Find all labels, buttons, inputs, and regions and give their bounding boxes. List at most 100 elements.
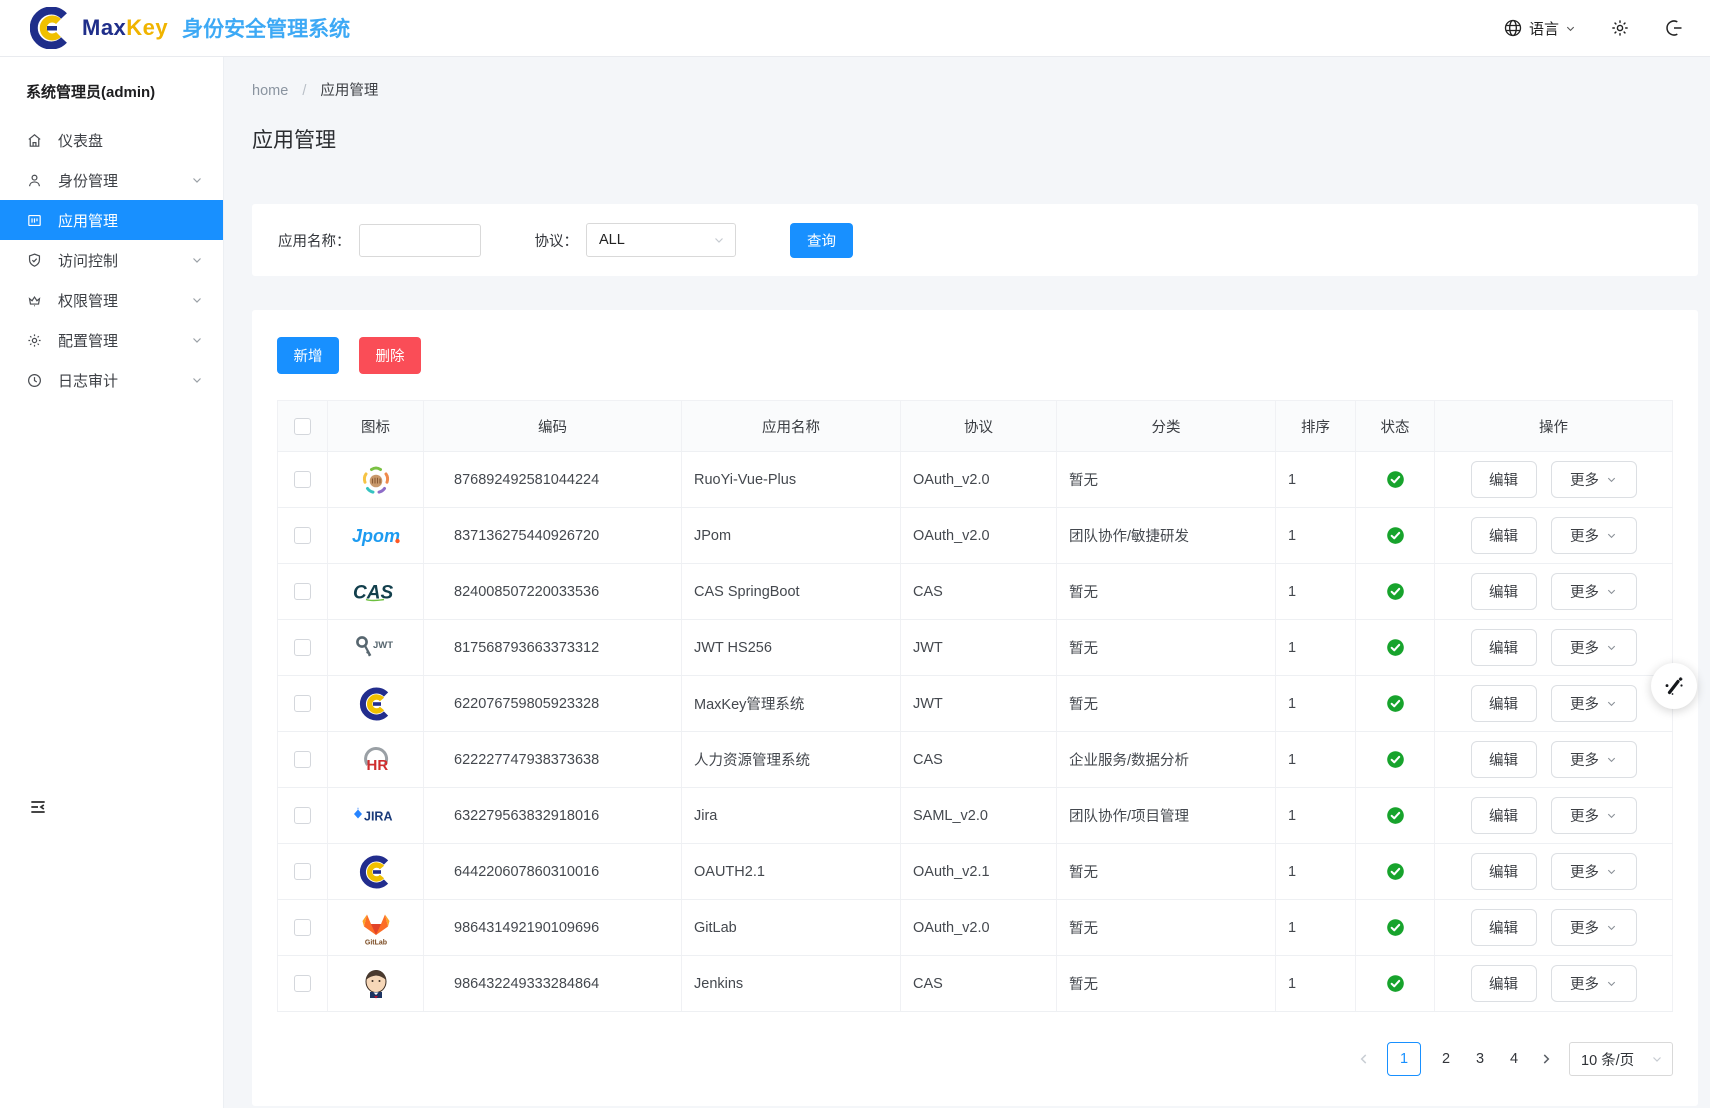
status-enabled-icon <box>1386 975 1405 991</box>
protocol-filter-label: 协议： <box>535 230 579 251</box>
more-button[interactable]: 更多 <box>1551 461 1637 498</box>
edit-button[interactable]: 编辑 <box>1471 461 1537 498</box>
query-button[interactable]: 查询 <box>790 223 853 258</box>
row-checkbox[interactable] <box>294 863 311 880</box>
more-button[interactable]: 更多 <box>1551 965 1637 1002</box>
applications-table: 图标 编码 应用名称 协议 分类 排序 状态 操作 87689249258104… <box>277 400 1673 1012</box>
cell-code: 632279563832918016 <box>424 788 682 844</box>
sidebar-item-permission[interactable]: 权限管理 <box>0 280 223 320</box>
column-header-status: 状态 <box>1356 401 1435 452</box>
row-checkbox[interactable] <box>294 751 311 768</box>
cell-status <box>1356 452 1435 508</box>
breadcrumb-home-link[interactable]: home <box>252 83 288 99</box>
column-header-actions: 操作 <box>1435 401 1673 452</box>
cell-name: RuoYi-Vue-Plus <box>682 452 901 508</box>
row-checkbox[interactable] <box>294 471 311 488</box>
row-checkbox[interactable] <box>294 919 311 936</box>
more-button[interactable]: 更多 <box>1551 797 1637 834</box>
cell-name: OAUTH2.1 <box>682 844 901 900</box>
sidebar-item-audit[interactable]: 日志审计 <box>0 360 223 400</box>
cell-protocol: OAuth_v2.0 <box>901 900 1057 956</box>
edit-button[interactable]: 编辑 <box>1471 965 1537 1002</box>
app-icon-jenkins <box>360 966 392 1002</box>
more-button[interactable]: 更多 <box>1551 909 1637 946</box>
column-header-protocol: 协议 <box>901 401 1057 452</box>
language-label: 语言 <box>1529 18 1559 39</box>
pagination-page-4[interactable]: 4 <box>1505 1051 1523 1067</box>
sidebar-item-label: 应用管理 <box>58 210 203 231</box>
cell-name: 人力资源管理系统 <box>682 732 901 788</box>
status-enabled-icon <box>1386 639 1405 655</box>
table-row: JIRA632279563832918016JiraSAML_v2.0团队协作/… <box>278 788 1673 844</box>
cell-code: 837136275440926720 <box>424 508 682 564</box>
edit-button[interactable]: 编辑 <box>1471 629 1537 666</box>
more-button[interactable]: 更多 <box>1551 741 1637 778</box>
select-all-checkbox[interactable] <box>294 418 311 435</box>
cell-sort: 1 <box>1276 844 1356 900</box>
edit-button[interactable]: 编辑 <box>1471 573 1537 610</box>
edit-button[interactable]: 编辑 <box>1471 685 1537 722</box>
svg-text:JWT: JWT <box>373 640 393 651</box>
chevron-down-icon <box>191 334 203 346</box>
row-checkbox[interactable] <box>294 639 311 656</box>
edit-button[interactable]: 编辑 <box>1471 853 1537 890</box>
cell-category: 团队协作/敏捷研发 <box>1057 508 1276 564</box>
sidebar-item-identity[interactable]: 身份管理 <box>0 160 223 200</box>
sidebar-item-dashboard[interactable]: 仪表盘 <box>0 120 223 160</box>
row-checkbox[interactable] <box>294 527 311 544</box>
chevron-down-icon <box>191 254 203 266</box>
edit-button[interactable]: 编辑 <box>1471 517 1537 554</box>
table-row: 876892492581044224RuoYi-Vue-PlusOAuth_v2… <box>278 452 1673 508</box>
sidebar-collapse-button[interactable] <box>28 797 48 817</box>
add-button[interactable]: 新增 <box>277 337 339 374</box>
table-row: 644220607860310016OAUTH2.1OAuth_v2.1暂无1编… <box>278 844 1673 900</box>
row-checkbox[interactable] <box>294 695 311 712</box>
pagination-prev-icon[interactable] <box>1357 1052 1371 1066</box>
language-switcher[interactable]: 语言 <box>1503 18 1576 39</box>
edit-button[interactable]: 编辑 <box>1471 909 1537 946</box>
row-checkbox[interactable] <box>294 583 311 600</box>
theme-tool-floating-button[interactable] <box>1651 663 1697 709</box>
pagination-page-2[interactable]: 2 <box>1437 1051 1455 1067</box>
cell-code: 986431492190109696 <box>424 900 682 956</box>
cell-protocol: CAS <box>901 732 1057 788</box>
pagination: 1234 10 条/页 <box>277 1042 1673 1076</box>
more-button[interactable]: 更多 <box>1551 573 1637 610</box>
protocol-select[interactable]: ALL <box>586 223 736 257</box>
page-size-select[interactable]: 10 条/页 <box>1569 1042 1673 1076</box>
status-enabled-icon <box>1386 583 1405 599</box>
sidebar-item-config[interactable]: 配置管理 <box>0 320 223 360</box>
more-button[interactable]: 更多 <box>1551 517 1637 554</box>
brand-subtitle: 身份安全管理系统 <box>182 13 350 43</box>
pagination-next-icon[interactable] <box>1539 1052 1553 1066</box>
layout-shell: 系统管理员(admin) 仪表盘身份管理应用管理访问控制权限管理配置管理日志审计… <box>0 57 1710 1108</box>
access-icon <box>26 252 43 269</box>
chevron-down-icon <box>1565 23 1576 34</box>
delete-button[interactable]: 删除 <box>359 337 421 374</box>
more-button[interactable]: 更多 <box>1551 685 1637 722</box>
svg-text:HR: HR <box>366 757 388 774</box>
sidebar-item-apps[interactable]: 应用管理 <box>0 200 223 240</box>
edit-button[interactable]: 编辑 <box>1471 797 1537 834</box>
app-name-filter-input[interactable] <box>359 224 481 257</box>
pagination-pages: 1234 <box>1387 1042 1523 1076</box>
pagination-page-3[interactable]: 3 <box>1471 1051 1489 1067</box>
apps-icon <box>26 212 43 229</box>
row-checkbox[interactable] <box>294 807 311 824</box>
settings-gear-icon[interactable] <box>1610 18 1630 38</box>
app-icon-cas: CAS <box>352 580 400 604</box>
edit-button[interactable]: 编辑 <box>1471 741 1537 778</box>
more-button[interactable]: 更多 <box>1551 629 1637 666</box>
cell-code: 876892492581044224 <box>424 452 682 508</box>
sidebar-item-label: 身份管理 <box>58 170 191 191</box>
more-button[interactable]: 更多 <box>1551 853 1637 890</box>
logout-icon[interactable] <box>1664 18 1684 38</box>
row-checkbox[interactable] <box>294 975 311 992</box>
breadcrumb-separator: / <box>302 83 306 99</box>
sidebar-item-label: 访问控制 <box>58 250 191 271</box>
status-enabled-icon <box>1386 919 1405 935</box>
pagination-page-1[interactable]: 1 <box>1387 1042 1421 1076</box>
sidebar-item-access[interactable]: 访问控制 <box>0 240 223 280</box>
cell-sort: 1 <box>1276 452 1356 508</box>
cell-protocol: OAuth_v2.0 <box>901 508 1057 564</box>
